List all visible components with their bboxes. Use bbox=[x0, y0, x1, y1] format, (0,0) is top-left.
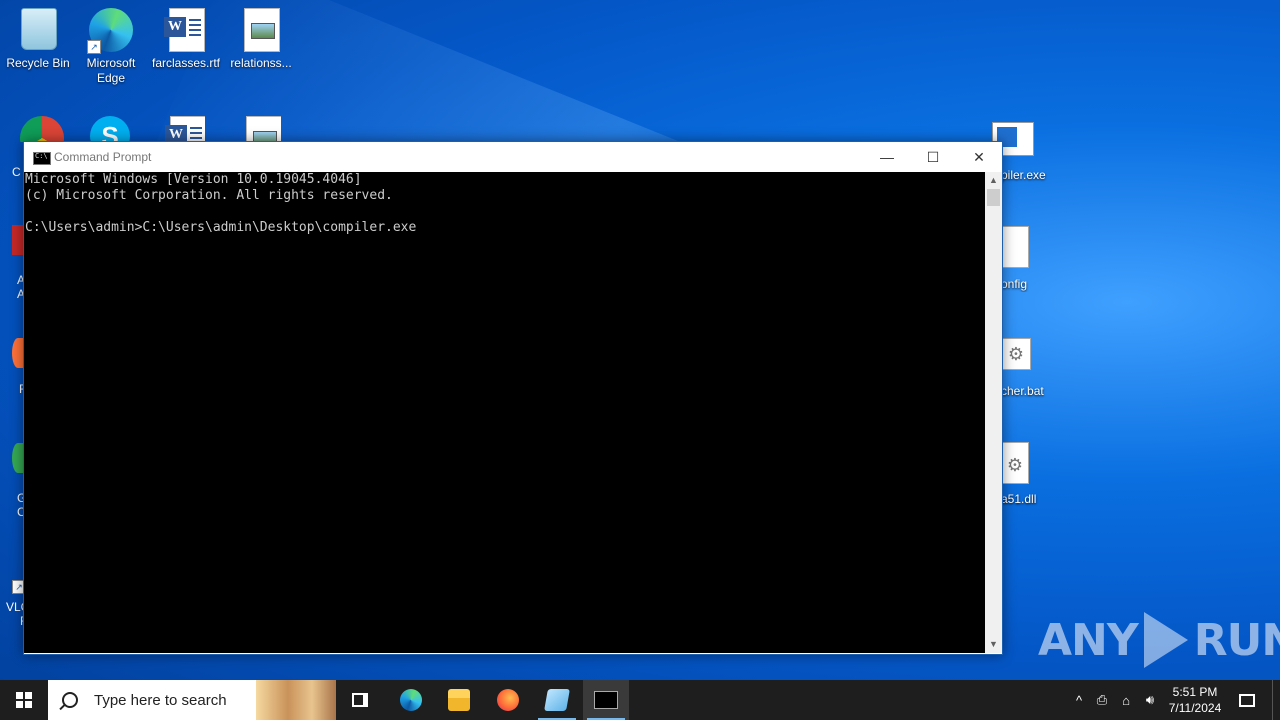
console-line: Microsoft Windows [Version 10.0.19045.40… bbox=[25, 172, 362, 187]
desktop-icon-label: farclasses.rtf bbox=[151, 56, 220, 70]
notepad-icon bbox=[544, 689, 570, 711]
gear-icon: ⚙ bbox=[1001, 442, 1029, 484]
watermark-text-left: ANY bbox=[1038, 614, 1139, 666]
desktop-icon-label: Recycle Bin bbox=[6, 56, 70, 70]
console-line: (c) Microsoft Corporation. All rights re… bbox=[25, 188, 393, 203]
word-document-icon: W bbox=[164, 8, 208, 52]
clock-date: 7/11/2024 bbox=[1168, 701, 1222, 715]
anyrun-watermark: ANY RUN bbox=[1038, 612, 1280, 668]
search-highlight-image bbox=[256, 680, 336, 720]
edge-icon: ↗ bbox=[87, 8, 133, 54]
search-placeholder: Type here to search bbox=[94, 691, 227, 709]
console-output[interactable]: Microsoft Windows [Version 10.0.19045.40… bbox=[24, 172, 985, 653]
desktop-icon-microsoft-edge[interactable]: ↗ Microsoft Edge bbox=[73, 8, 149, 86]
partial-label: a51.dll bbox=[1001, 492, 1037, 506]
desktop-icon-skype-partial[interactable]: S bbox=[90, 116, 134, 142]
close-button[interactable]: ✕ bbox=[956, 142, 1002, 172]
taskbar-firefox[interactable] bbox=[485, 680, 531, 720]
cmd-app-icon bbox=[33, 152, 51, 165]
window-title: Command Prompt bbox=[54, 150, 152, 164]
network-status-icon[interactable]: ⎙ bbox=[1090, 692, 1114, 708]
taskbar-file-explorer[interactable] bbox=[436, 680, 482, 720]
partial-label: onfig bbox=[1001, 277, 1028, 291]
task-view-button[interactable] bbox=[338, 680, 382, 720]
taskbar-command-prompt[interactable] bbox=[583, 680, 629, 720]
gear-icon: ⚙ bbox=[1001, 338, 1031, 370]
show-hidden-icons-chevron-icon[interactable]: ^ bbox=[1068, 693, 1090, 708]
word-document-icon: W bbox=[165, 116, 205, 142]
desktop-icon-label: Microsoft Edge bbox=[86, 56, 136, 85]
partial-label: cher.bat bbox=[1001, 384, 1044, 398]
image-document-icon bbox=[239, 8, 283, 52]
system-tray: ^ ⎙ ⌂ 🔊︎ bbox=[1068, 680, 1162, 720]
desktop-icon-chrome-partial[interactable] bbox=[20, 116, 64, 142]
taskbar-edge[interactable] bbox=[388, 680, 434, 720]
desktop-icon-relationss[interactable]: relationss... bbox=[223, 8, 299, 71]
edge-icon bbox=[400, 689, 422, 711]
recycle-bin-icon bbox=[16, 8, 60, 52]
desktop-icon-image-partial[interactable] bbox=[241, 116, 281, 142]
watermark-text-right: RUN bbox=[1193, 614, 1280, 666]
desktop-icon-label: relationss... bbox=[230, 56, 292, 70]
folder-icon bbox=[448, 689, 470, 711]
search-box[interactable]: Type here to search bbox=[48, 680, 336, 720]
file-icon bbox=[1001, 226, 1029, 268]
taskbar-notepad-app[interactable] bbox=[534, 680, 580, 720]
maximize-button[interactable]: ☐ bbox=[910, 142, 956, 172]
scrollbar-thumb[interactable] bbox=[987, 189, 1000, 206]
window-title-bar[interactable]: Command Prompt — ☐ ✕ bbox=[24, 142, 1002, 172]
console-line: C:\Users\admin>C:\Users\admin\Desktop\co… bbox=[25, 220, 417, 235]
notifications-button[interactable] bbox=[1232, 680, 1262, 720]
desktop-icon-dll-file[interactable]: ⚙ a51.dll bbox=[1001, 442, 1051, 508]
desktop-icon-config[interactable]: onfig bbox=[1001, 226, 1051, 292]
skype-icon: S bbox=[90, 116, 130, 142]
minimize-button[interactable]: — bbox=[864, 142, 910, 172]
desktop-icon-recycle-bin[interactable]: Recycle Bin bbox=[0, 8, 76, 71]
vertical-scrollbar[interactable]: ▲ ▼ bbox=[985, 172, 1002, 653]
windows-logo-icon bbox=[16, 692, 32, 708]
desktop-icon-farclasses[interactable]: W farclasses.rtf bbox=[148, 8, 224, 71]
volume-icon[interactable]: 🔊︎ bbox=[1138, 692, 1162, 708]
task-view-icon bbox=[352, 693, 368, 707]
command-prompt-window[interactable]: Command Prompt — ☐ ✕ Microsoft Windows [… bbox=[23, 141, 1003, 655]
scroll-up-arrow-icon[interactable]: ▲ bbox=[985, 172, 1002, 189]
clock-time: 5:51 PM bbox=[1172, 685, 1218, 699]
scroll-down-arrow-icon[interactable]: ▼ bbox=[985, 636, 1002, 653]
firefox-icon bbox=[497, 689, 519, 711]
network-icon[interactable]: ⌂ bbox=[1114, 693, 1138, 708]
desktop-icon-batch-file[interactable]: ⚙ cher.bat bbox=[1001, 338, 1051, 400]
start-button[interactable] bbox=[0, 680, 48, 720]
chrome-icon bbox=[20, 116, 64, 142]
image-document-icon bbox=[246, 116, 281, 142]
notification-icon bbox=[1239, 693, 1255, 707]
search-icon bbox=[62, 692, 78, 708]
clock[interactable]: 5:51 PM 7/11/2024 bbox=[1160, 684, 1230, 716]
show-desktop-button[interactable] bbox=[1272, 680, 1280, 720]
play-logo-icon bbox=[1143, 612, 1188, 668]
cmd-app-icon bbox=[594, 691, 618, 709]
taskbar: Type here to search ^ ⎙ ⌂ 🔊︎ 5:51 PM 7/1… bbox=[0, 680, 1280, 720]
desktop-icon-word-partial[interactable]: W bbox=[165, 116, 205, 142]
